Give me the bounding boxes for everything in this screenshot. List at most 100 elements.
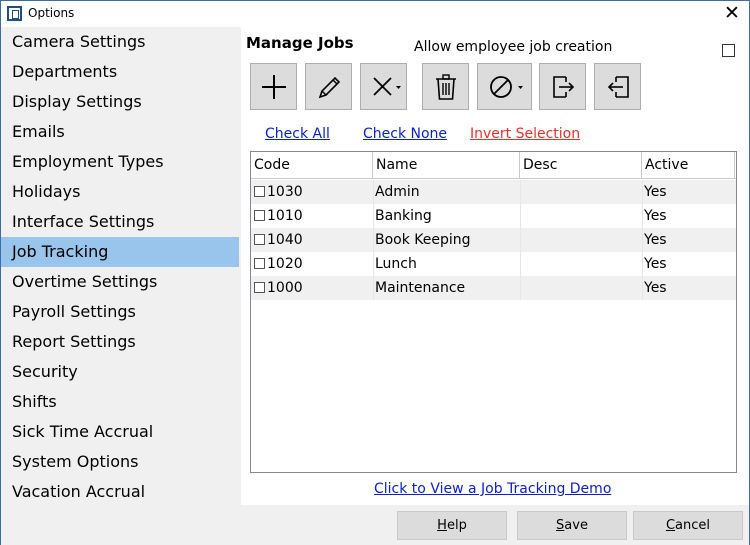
sidebar-item-sick-time-accrual[interactable]: Sick Time Accrual xyxy=(1,417,239,447)
table-row[interactable]: 1030 Admin Yes xyxy=(251,180,736,204)
sidebar-item-display-settings[interactable]: Display Settings xyxy=(1,87,239,117)
import-icon xyxy=(607,76,629,98)
table-row[interactable]: 1020 Lunch Yes xyxy=(251,252,736,276)
sidebar-item-overtime-settings[interactable]: Overtime Settings xyxy=(1,267,239,297)
sidebar-item-vacation-accrual[interactable]: Vacation Accrual xyxy=(1,477,239,507)
job-active: Yes xyxy=(644,184,667,200)
jobs-table: Code Name Desc Active 1030 Admin Yes 101… xyxy=(250,151,737,473)
job-active: Yes xyxy=(644,232,667,248)
column-divider xyxy=(373,180,374,204)
job-active: Yes xyxy=(644,208,667,224)
column-divider xyxy=(520,252,521,276)
column-header-desc[interactable]: Desc xyxy=(520,152,642,178)
job-name: Book Keeping xyxy=(375,232,471,248)
column-divider xyxy=(520,180,521,204)
job-tracking-demo-link[interactable]: Click to View a Job Tracking Demo xyxy=(374,481,611,497)
sidebar: Camera Settings Departments Display Sett… xyxy=(1,27,241,505)
dialog-footer: Help Save Cancel xyxy=(1,505,749,545)
job-name: Lunch xyxy=(375,256,417,272)
x-dropdown-icon xyxy=(373,77,401,96)
sidebar-item-departments[interactable]: Departments xyxy=(1,57,239,87)
options-window: Options ✕ Camera Settings Departments Di… xyxy=(0,0,750,545)
add-job-button[interactable] xyxy=(250,63,297,110)
sidebar-item-holidays[interactable]: Holidays xyxy=(1,177,239,207)
job-code: 1010 xyxy=(267,208,303,224)
page-title: Manage Jobs xyxy=(246,34,354,52)
trash-icon xyxy=(436,74,456,100)
invert-selection-link[interactable]: Invert Selection xyxy=(470,126,580,142)
row-checkbox[interactable] xyxy=(254,186,265,197)
sidebar-item-interface-settings[interactable]: Interface Settings xyxy=(1,207,239,237)
close-button[interactable]: ✕ xyxy=(715,1,749,27)
delete-dropdown-button[interactable] xyxy=(360,63,407,110)
column-divider xyxy=(373,276,374,300)
help-mnemonic: H xyxy=(437,518,447,533)
pencil-icon xyxy=(318,76,341,99)
row-checkbox[interactable] xyxy=(254,282,265,293)
job-code: 1040 xyxy=(267,232,303,248)
sidebar-item-payroll-settings[interactable]: Payroll Settings xyxy=(1,297,239,327)
column-divider xyxy=(642,276,643,300)
job-name: Maintenance xyxy=(375,280,466,296)
check-all-link[interactable]: Check All xyxy=(265,126,330,142)
edit-job-button[interactable] xyxy=(305,63,352,110)
job-name: Banking xyxy=(375,208,432,224)
save-button[interactable]: Save xyxy=(517,511,627,540)
column-header-active[interactable]: Active xyxy=(642,152,735,178)
help-button[interactable]: Help xyxy=(397,511,507,540)
job-code: 1020 xyxy=(267,256,303,272)
column-divider xyxy=(373,228,374,252)
column-header-code[interactable]: Code xyxy=(251,152,373,178)
job-code: 1030 xyxy=(267,184,303,200)
table-row[interactable]: 1040 Book Keeping Yes xyxy=(251,228,736,252)
title-bar[interactable]: Options ✕ xyxy=(1,1,749,27)
table-row[interactable]: 1010 Banking Yes xyxy=(251,204,736,228)
save-label: ave xyxy=(564,518,588,533)
sidebar-item-camera-settings[interactable]: Camera Settings xyxy=(1,27,239,57)
table-row[interactable]: 1000 Maintenance Yes xyxy=(251,276,736,300)
column-divider xyxy=(642,180,643,204)
sidebar-item-employment-types[interactable]: Employment Types xyxy=(1,147,239,177)
check-none-link[interactable]: Check None xyxy=(363,126,447,142)
export-icon xyxy=(553,76,575,98)
column-divider xyxy=(642,228,643,252)
job-code: 1000 xyxy=(267,280,303,296)
no-symbol-dropdown-icon xyxy=(490,76,523,98)
job-active: Yes xyxy=(644,280,667,296)
sidebar-item-system-options[interactable]: System Options xyxy=(1,447,239,477)
table-header: Code Name Desc Active xyxy=(251,152,736,179)
import-button[interactable] xyxy=(594,63,641,110)
window-title: Options xyxy=(28,6,75,20)
column-divider xyxy=(520,276,521,300)
sidebar-item-security[interactable]: Security xyxy=(1,357,239,387)
column-divider xyxy=(520,228,521,252)
column-header-name[interactable]: Name xyxy=(373,152,520,178)
row-checkbox[interactable] xyxy=(254,258,265,269)
column-divider xyxy=(373,252,374,276)
help-label: elp xyxy=(446,518,467,533)
sidebar-item-job-tracking[interactable]: Job Tracking xyxy=(1,237,239,267)
column-divider xyxy=(642,204,643,228)
job-tracking-panel: Manage Jobs Allow employee job creation xyxy=(241,27,749,505)
cancel-mnemonic: C xyxy=(665,518,676,533)
job-active: Yes xyxy=(644,256,667,272)
sidebar-item-shifts[interactable]: Shifts xyxy=(1,387,239,417)
export-button[interactable] xyxy=(539,63,586,110)
row-checkbox[interactable] xyxy=(254,210,265,221)
deactivate-dropdown-button[interactable] xyxy=(477,63,532,110)
allow-job-creation-checkbox[interactable] xyxy=(722,44,735,57)
app-icon xyxy=(7,6,22,21)
cancel-button[interactable]: Cancel xyxy=(633,511,743,540)
sidebar-item-emails[interactable]: Emails xyxy=(1,117,239,147)
allow-job-creation-label: Allow employee job creation xyxy=(414,39,613,55)
job-name: Admin xyxy=(375,184,420,200)
row-checkbox[interactable] xyxy=(254,234,265,245)
trash-button[interactable] xyxy=(422,63,469,110)
close-icon: ✕ xyxy=(724,2,740,24)
cancel-label: ancel xyxy=(675,518,711,533)
column-divider xyxy=(373,204,374,228)
column-divider xyxy=(642,252,643,276)
column-divider xyxy=(520,204,521,228)
plus-icon xyxy=(262,75,286,99)
sidebar-item-report-settings[interactable]: Report Settings xyxy=(1,327,239,357)
